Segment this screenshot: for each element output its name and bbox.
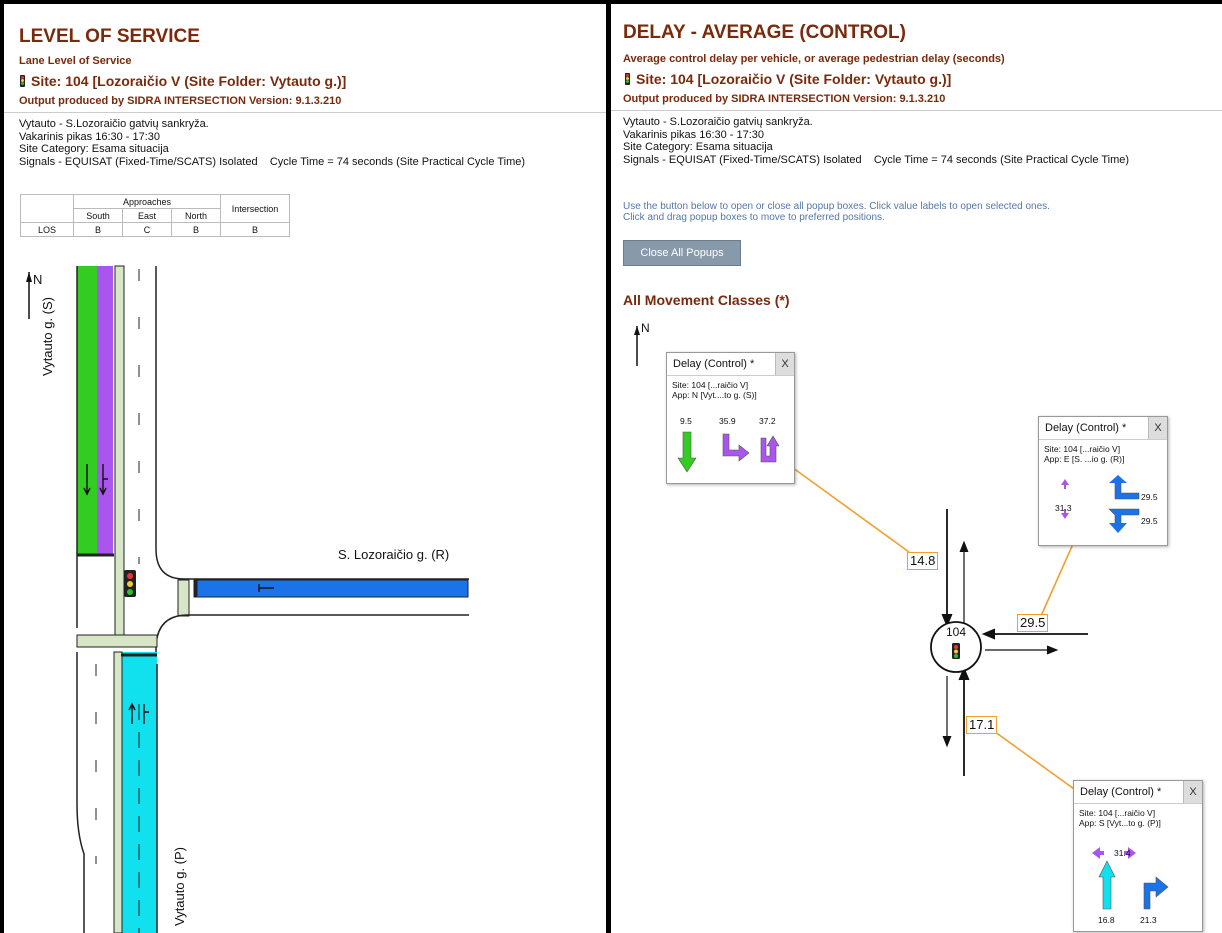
right-turn-arrow-icon xyxy=(1143,876,1169,910)
road-edge xyxy=(76,652,85,933)
left-turn-arrow-icon xyxy=(722,433,750,462)
north-arrow-head xyxy=(26,272,32,282)
popup-leader-line xyxy=(990,728,1082,795)
delay-panel: DELAY - AVERAGE (CONTROL) Average contro… xyxy=(611,4,1222,933)
north-arrow-head xyxy=(634,326,640,335)
south-median xyxy=(113,651,123,933)
popup-title: Delay (Control) * xyxy=(1080,786,1162,798)
north-through-lane xyxy=(77,266,97,554)
delay-value: 21.3 xyxy=(1140,915,1157,925)
pedestrian-delay-value: 31.3 xyxy=(1055,503,1072,513)
node-id: 104 xyxy=(946,625,966,639)
movement-icons xyxy=(677,431,780,473)
road-label-north: Vytauto g. (S) xyxy=(40,297,55,376)
arrowhead xyxy=(981,628,996,640)
popup-approach: App: N [Vyt....to g. (S)] xyxy=(672,390,757,400)
popup-header[interactable]: Delay (Control) * X xyxy=(1039,417,1167,440)
signal-green xyxy=(954,654,958,658)
movement-icons xyxy=(1092,847,1169,910)
through-arrow-icon xyxy=(1098,860,1116,910)
popup-close-button[interactable]: X xyxy=(775,353,794,375)
north-label: N xyxy=(641,321,650,335)
road-edge xyxy=(155,266,469,580)
arrowhead xyxy=(942,735,952,748)
popup-title: Delay (Control) * xyxy=(673,358,755,370)
delay-value: 16.8 xyxy=(1098,915,1115,925)
delay-value: 9.5 xyxy=(680,416,692,426)
level-of-service-panel: LEVEL OF SERVICE Lane Level of Service S… xyxy=(4,4,606,933)
popup-north[interactable]: Delay (Control) * X Site: 104 [...raičio… xyxy=(666,352,795,484)
signal-amber xyxy=(127,581,133,587)
ped-crossing xyxy=(76,634,158,648)
arrowhead xyxy=(1046,645,1059,655)
popup-leader-line xyxy=(1040,543,1074,617)
popup-east[interactable]: Delay (Control) * X Site: 104 [...raičio… xyxy=(1038,416,1168,546)
arrowhead xyxy=(1109,523,1127,533)
signal-green xyxy=(127,589,133,595)
popup-site: Site: 104 [...raičio V] xyxy=(1044,444,1121,454)
popup-south[interactable]: Delay (Control) * X Site: 104 [...raičio… xyxy=(1073,780,1203,932)
arrowhead xyxy=(1109,475,1127,483)
signal-red xyxy=(127,573,133,579)
pedestrian-arrow-icon xyxy=(1061,479,1069,489)
east-approach-lane xyxy=(193,579,469,598)
u-turn-arrow-icon xyxy=(760,435,780,463)
road-label-east: S. Lozoraičio g. (R) xyxy=(338,547,449,562)
ped-crossing xyxy=(177,579,190,617)
popup-title: Delay (Control) * xyxy=(1045,422,1127,434)
popup-approach: App: E [S. ...io g. (R)] xyxy=(1044,454,1125,464)
pedestrian-arrow-icon xyxy=(1092,847,1104,859)
intersection-lane-map: N Vytauto g. (S) S. Lozoraičio g. (R) Vy… xyxy=(26,265,469,933)
popup-site: Site: 104 [...raičio V] xyxy=(672,380,749,390)
delay-value: 29.5 xyxy=(1141,492,1158,502)
pedestrian-delay-value: 31.4 xyxy=(1114,848,1131,858)
delay-value: 35.9 xyxy=(719,416,736,426)
popup-approach: App: S [Vyt...to g. (P)] xyxy=(1079,818,1161,828)
popup-site: Site: 104 [...raičio V] xyxy=(1079,808,1156,818)
popup-header[interactable]: Delay (Control) * X xyxy=(667,353,794,376)
delay-value: 29.5 xyxy=(1141,516,1158,526)
popup-header[interactable]: Delay (Control) * X xyxy=(1074,781,1202,804)
north-right-lane xyxy=(97,266,113,554)
signal-red xyxy=(954,645,958,649)
north-median xyxy=(114,265,125,637)
signal-amber xyxy=(954,649,958,654)
east-delay-label[interactable]: 29.5 xyxy=(1017,614,1049,632)
popup-close-button[interactable]: X xyxy=(1148,417,1167,439)
north-label: N xyxy=(33,272,42,287)
arrowhead xyxy=(959,540,969,553)
road-label-south: Vytauto g. (P) xyxy=(172,847,187,926)
road-edge xyxy=(155,614,469,654)
north-delay-label[interactable]: 14.8 xyxy=(907,552,939,570)
through-arrow-icon xyxy=(677,431,697,473)
south-delay-label[interactable]: 17.1 xyxy=(966,716,998,734)
delay-value: 37.2 xyxy=(759,416,776,426)
popup-close-button[interactable]: X xyxy=(1183,781,1202,803)
